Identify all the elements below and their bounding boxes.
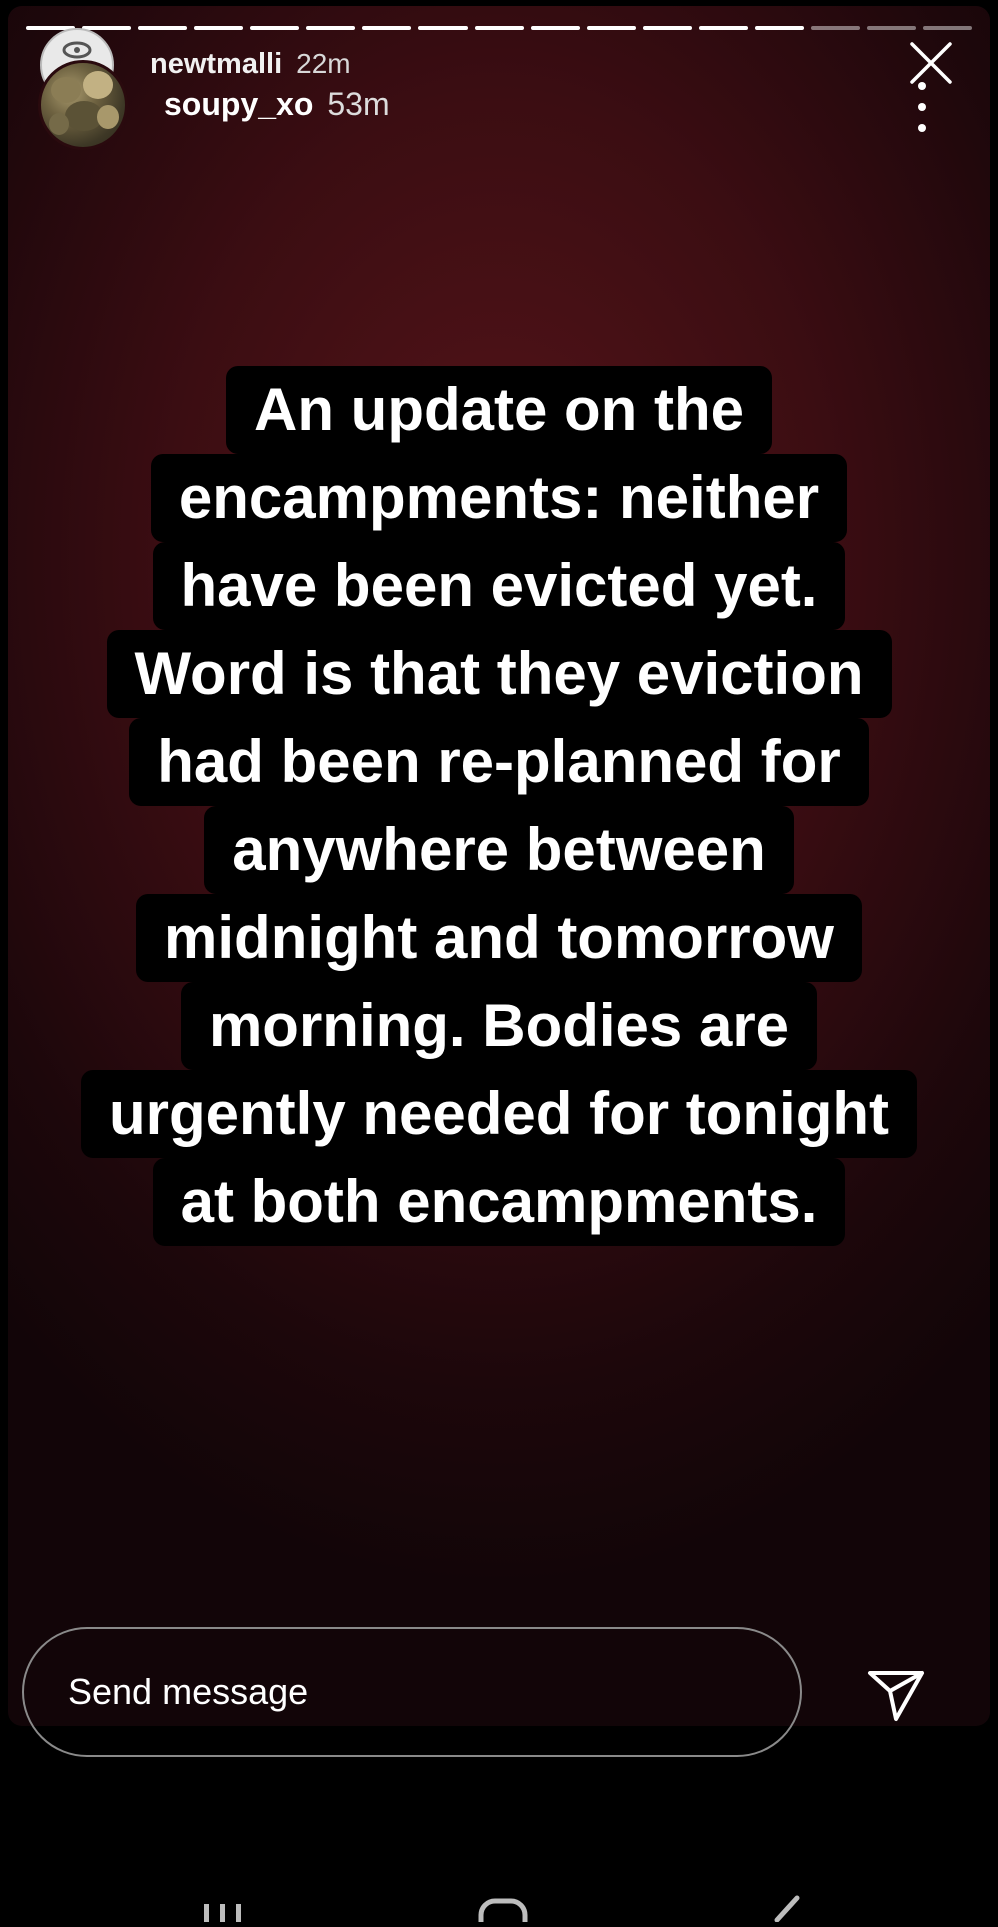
close-icon (910, 42, 952, 84)
caption-line: have been evicted yet. (152, 542, 846, 630)
avatar-icon (62, 41, 92, 59)
reposter-timestamp: 22m (296, 48, 351, 79)
send-message-input[interactable]: Send message (22, 1627, 802, 1757)
story-caption: An update on the encampments: neither ha… (8, 366, 990, 1246)
close-button[interactable] (906, 38, 956, 88)
caption-line: morning. Bodies are (180, 982, 818, 1070)
home-button[interactable] (478, 1898, 528, 1927)
caption-line: at both encampments. (152, 1158, 846, 1246)
more-vertical-icon (918, 82, 926, 90)
more-vertical-icon-dot (918, 103, 926, 111)
caption-line: midnight and tomorrow (136, 894, 862, 982)
story-viewer[interactable]: newtmalli 22m soupy_xo 53m An update on … (8, 6, 990, 1726)
send-icon (868, 1671, 924, 1721)
back-button[interactable] (765, 1894, 805, 1927)
author-timestamp: 53m (327, 86, 390, 122)
home-icon (478, 1898, 528, 1927)
reposter-info: newtmalli 22m (150, 48, 351, 81)
more-vertical-icon-dot (918, 124, 926, 132)
caption-line: had been re-planned for (129, 718, 869, 806)
back-icon (774, 1895, 800, 1923)
story-header: newtmalli 22m soupy_xo 53m (8, 6, 990, 166)
system-navigation-bar (0, 1880, 998, 1927)
caption-line: anywhere between (204, 806, 794, 894)
caption-line: An update on the (226, 366, 772, 454)
author-avatar[interactable] (38, 60, 128, 150)
more-options-button[interactable] (912, 82, 932, 132)
caption-line: encampments: neither (150, 454, 848, 542)
reposter-username[interactable]: newtmalli (150, 48, 282, 81)
recent-apps-icon (204, 1904, 241, 1922)
send-button[interactable] (866, 1667, 926, 1723)
author-info: soupy_xo 53m (164, 86, 390, 123)
author-username[interactable]: soupy_xo (164, 86, 313, 123)
caption-line: urgently needed for tonight (81, 1070, 917, 1158)
caption-line: Word is that they eviction (106, 630, 892, 718)
recent-apps-button[interactable] (200, 1902, 246, 1927)
send-message-placeholder: Send message (68, 1671, 309, 1712)
